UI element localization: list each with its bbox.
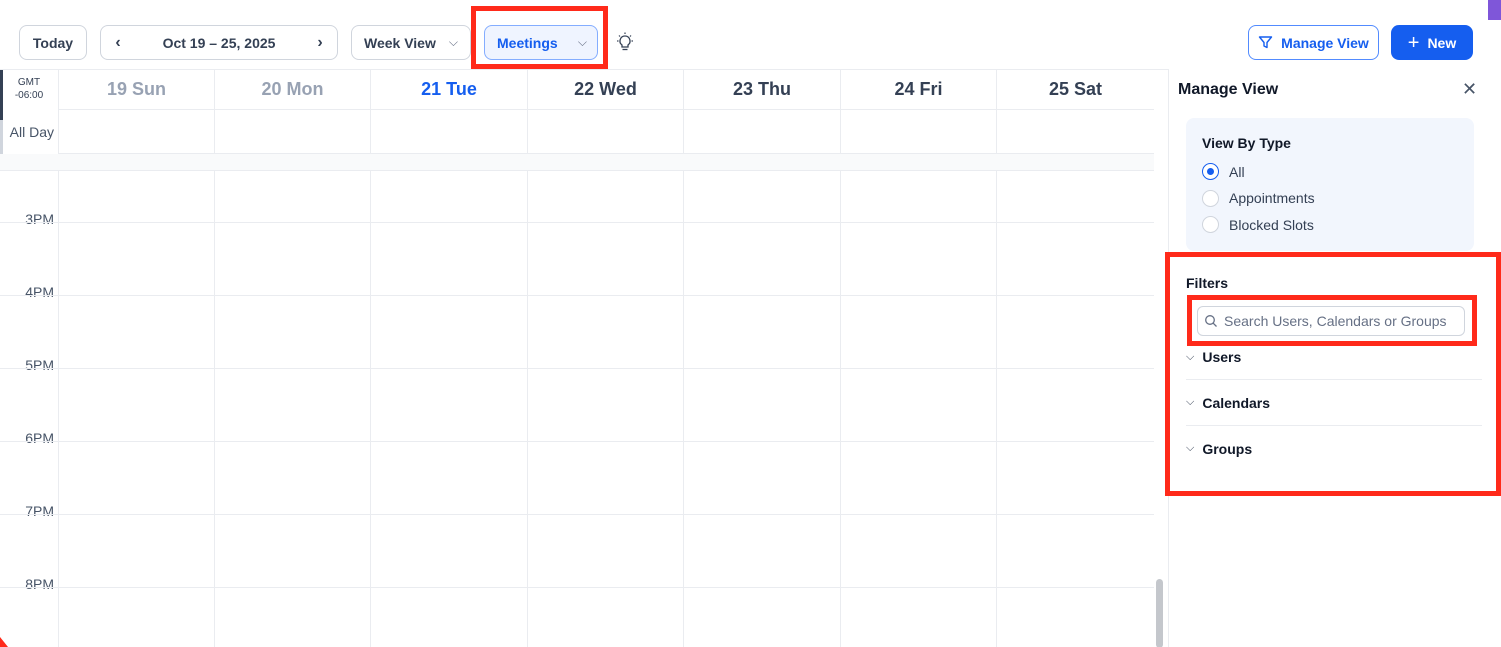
time-grid[interactable]: 3PM4PM5PM6PM7PM8PM9PM xyxy=(0,171,1154,647)
lightbulb-icon[interactable] xyxy=(614,32,636,54)
day-header[interactable]: 19 Sun xyxy=(58,70,214,110)
chevron-down-icon: ⌵ xyxy=(1186,350,1195,363)
view-type-label: Appointments xyxy=(1229,190,1315,206)
hour-row[interactable] xyxy=(0,222,1154,295)
search-icon xyxy=(1205,315,1217,327)
toolbar: Today ‹ Oct 19 – 25, 2025 › Week View ⌵ … xyxy=(0,0,1501,70)
close-icon[interactable]: ✕ xyxy=(1462,79,1477,100)
column-divider xyxy=(370,171,371,647)
day-header[interactable]: 23 Thu xyxy=(683,70,840,110)
radio-unchecked-icon xyxy=(1202,216,1219,233)
calendar-app: Today ‹ Oct 19 – 25, 2025 › Week View ⌵ … xyxy=(0,0,1501,647)
column-divider xyxy=(214,171,215,647)
timezone-label: GMT -06:00 xyxy=(0,70,58,110)
filter-section-label: Users xyxy=(1202,349,1242,365)
view-type-label: All xyxy=(1229,163,1245,180)
day-header[interactable]: 20 Mon xyxy=(214,70,370,110)
filter-section-calendars[interactable]: ⌵ Calendars xyxy=(1186,381,1482,426)
hour-row[interactable] xyxy=(0,171,1154,222)
day-header[interactable]: 24 Fri xyxy=(840,70,996,110)
view-type-label: Blocked Slots xyxy=(1229,216,1314,233)
date-range-label: Oct 19 – 25, 2025 xyxy=(162,34,276,51)
view-type-radio[interactable]: Appointments xyxy=(1202,189,1315,207)
day-header[interactable]: 22 Wed xyxy=(527,70,683,110)
hour-row[interactable] xyxy=(0,587,1154,647)
hour-row[interactable] xyxy=(0,514,1154,587)
view-type-radio[interactable]: All xyxy=(1202,163,1245,180)
day-header[interactable]: 25 Sat xyxy=(996,70,1154,110)
calendar-select[interactable]: Meetings ⌵ xyxy=(484,25,598,60)
all-day-cell[interactable] xyxy=(527,110,683,154)
all-day-cell[interactable] xyxy=(996,110,1154,154)
window-edge xyxy=(1488,0,1501,20)
plus-icon: + xyxy=(1407,31,1420,54)
hour-row[interactable] xyxy=(0,441,1154,514)
date-navigator: ‹ Oct 19 – 25, 2025 › xyxy=(100,25,338,60)
filter-section-users[interactable]: ⌵ Users xyxy=(1186,335,1482,380)
all-day-cell[interactable] xyxy=(840,110,996,154)
new-button[interactable]: + New xyxy=(1391,25,1473,60)
all-day-cell[interactable] xyxy=(370,110,527,154)
calendar-select-value: Meetings xyxy=(497,34,558,51)
hour-row[interactable] xyxy=(0,295,1154,368)
all-day-cell[interactable] xyxy=(683,110,840,154)
chevron-down-icon: ⌵ xyxy=(1186,442,1195,454)
filters-title: Filters xyxy=(1186,275,1229,291)
chevron-left-icon[interactable]: ‹ xyxy=(111,34,125,52)
new-label: New xyxy=(1427,34,1457,51)
filter-section-label: Calendars xyxy=(1202,394,1271,411)
view-select-value: Week View xyxy=(364,34,436,51)
all-day-cell[interactable] xyxy=(214,110,370,154)
column-divider xyxy=(996,171,997,647)
column-divider xyxy=(58,171,59,647)
view-by-type-title: View By Type xyxy=(1202,135,1291,151)
all-day-cell[interactable] xyxy=(58,110,214,154)
radio-unchecked-icon xyxy=(1202,189,1219,207)
calendar-scrollbar[interactable] xyxy=(1156,579,1163,647)
search-placeholder: Search Users, Calendars or Groups xyxy=(1224,313,1447,329)
day-header[interactable]: 21 Tue xyxy=(370,70,527,110)
view-by-type-box: View By Type All Appointments Blocked Slot… xyxy=(1186,118,1474,251)
timezone-line-2: -06:00 xyxy=(14,90,44,101)
column-divider xyxy=(683,171,684,647)
manage-view-label: Manage View xyxy=(1281,34,1369,51)
week-calendar: GMT -06:00 19 Sun 20 Mon 21 Tue 22 Wed 23 Th… xyxy=(0,69,1168,647)
all-day-separator xyxy=(0,154,1154,171)
filter-search-input[interactable]: Search Users, Calendars or Groups xyxy=(1197,306,1465,336)
view-type-radio[interactable]: Blocked Slots xyxy=(1202,216,1314,233)
corner-marker xyxy=(0,637,8,647)
timezone-line-1: GMT xyxy=(17,77,41,88)
radio-checked-icon xyxy=(1202,163,1219,180)
chevron-down-icon: ⌵ xyxy=(1186,396,1195,408)
chevron-down-icon: ⌵ xyxy=(448,35,458,49)
filter-icon xyxy=(1258,36,1273,49)
today-button[interactable]: Today xyxy=(19,25,87,60)
all-day-label: All Day xyxy=(9,124,54,140)
column-divider xyxy=(840,171,841,647)
hour-row[interactable] xyxy=(0,368,1154,441)
filter-section-label: Groups xyxy=(1202,440,1253,457)
manage-view-panel: Manage View ✕ View By Type All Appointmen… xyxy=(1168,69,1501,647)
chevron-right-icon[interactable]: › xyxy=(313,34,327,52)
filter-section-groups[interactable]: ⌵ Groups xyxy=(1186,426,1482,471)
column-divider xyxy=(527,171,528,647)
panel-title: Manage View xyxy=(1178,81,1279,98)
view-select[interactable]: Week View ⌵ xyxy=(351,25,471,60)
manage-view-button[interactable]: Manage View xyxy=(1248,25,1379,60)
chevron-down-icon: ⌵ xyxy=(577,35,587,49)
